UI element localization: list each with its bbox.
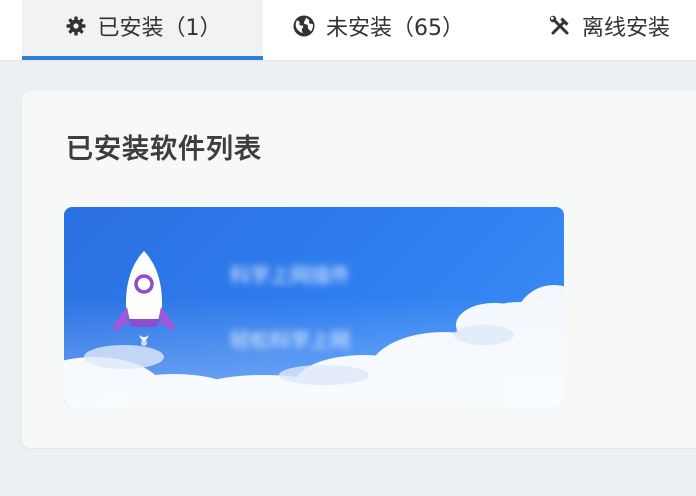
tab-installed[interactable]: 已安装（1） [22,0,263,58]
tab-bar: 已安装（1） 未安装（65） 离线安装 [0,0,696,61]
app-name: 科学上网插件 [230,263,350,287]
app-description: 轻松科学上网 [230,328,350,352]
app-card[interactable]: 科学上网插件 轻松科学上网 [64,207,564,407]
tools-icon [548,14,572,38]
tab-uninstalled-label: 未安装（65） [326,16,464,41]
section-title: 已安装软件列表 [66,134,262,165]
gear-icon [64,14,88,38]
tab-offline-install-label: 离线安装 [582,16,671,41]
globe-icon [292,14,316,38]
tab-uninstalled[interactable]: 未安装（65） [292,0,464,58]
active-tab-indicator [22,56,263,60]
installed-software-panel: 已安装软件列表 科学上网插件 轻松科学上网 [22,91,696,448]
tab-installed-label: 已安装（1） [97,16,222,41]
rocket-icon [112,251,176,346]
tab-offline-install[interactable]: 离线安装 [548,0,670,58]
